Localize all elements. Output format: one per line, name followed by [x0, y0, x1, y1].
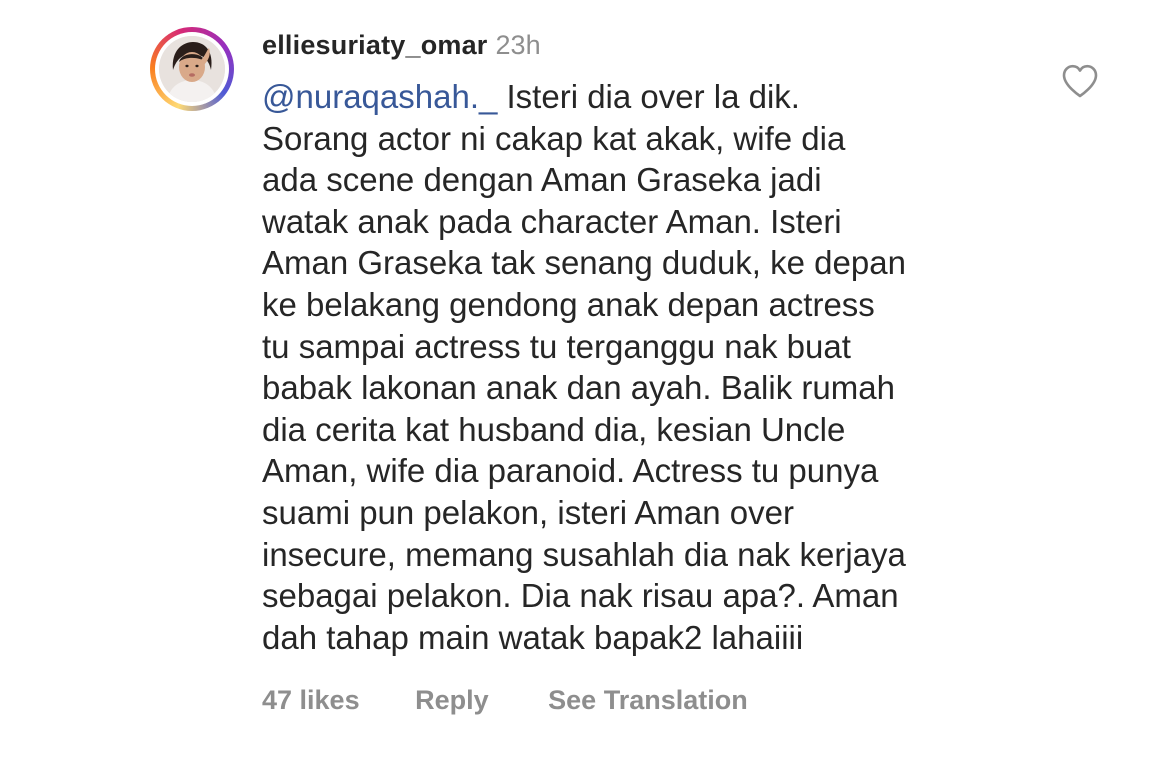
comment-line: @nuraqashah._ Isteri dia over la dik.: [262, 76, 1022, 118]
likes-count-button[interactable]: 47 likes: [262, 682, 360, 718]
comment-line: Sorang actor ni cakap kat akak, wife dia: [262, 119, 846, 157]
see-translation-button[interactable]: See Translation: [548, 682, 748, 718]
heart-icon[interactable]: [1061, 63, 1099, 99]
username[interactable]: elliesuriaty_omar: [262, 30, 488, 60]
comment-line: dia cerita kat husband dia, kesian Uncle: [262, 410, 846, 448]
comment-line: suami pun pelakon, isteri Aman over: [262, 493, 794, 531]
comment-text: @nuraqashah._ Isteri dia over la dik. So…: [262, 76, 1022, 658]
comment-header: elliesuriaty_omar 23h: [262, 28, 541, 62]
comment-line: dah tahap main watak bapak2 lahaiiii: [262, 618, 804, 656]
avatar-person-icon: [159, 36, 225, 102]
avatar-photo: [159, 36, 225, 102]
comment: elliesuriaty_omar 23h @nuraqashah._ Ister…: [0, 0, 1170, 761]
comment-line: ada scene dengan Aman Graseka jadi: [262, 161, 822, 199]
avatar[interactable]: [155, 32, 229, 106]
comment-line-text: Isteri dia over la dik.: [497, 78, 800, 115]
timestamp: 23h: [495, 30, 541, 60]
comment-actions: 47 likes Reply See Translation: [262, 682, 748, 718]
comment-line: babak lakonan anak dan ayah. Balik rumah: [262, 369, 895, 407]
comment-line: watak anak pada character Aman. Isteri: [262, 202, 842, 240]
comment-line: ke belakang gendong anak depan actress: [262, 285, 875, 323]
comment-line: sebagai pelakon. Dia nak risau apa?. Ama…: [262, 577, 899, 615]
comment-line: Aman, wife dia paranoid. Actress tu puny…: [262, 452, 879, 490]
comment-line: Aman Graseka tak senang duduk, ke depan: [262, 244, 906, 282]
comment-line: insecure, memang susahlah dia nak kerjay…: [262, 535, 906, 573]
reply-button[interactable]: Reply: [415, 682, 489, 718]
mention-link[interactable]: @nuraqashah._: [262, 78, 497, 115]
avatar-story-ring[interactable]: [150, 27, 234, 111]
comment-line: tu sampai actress tu terganggu nak buat: [262, 327, 851, 365]
